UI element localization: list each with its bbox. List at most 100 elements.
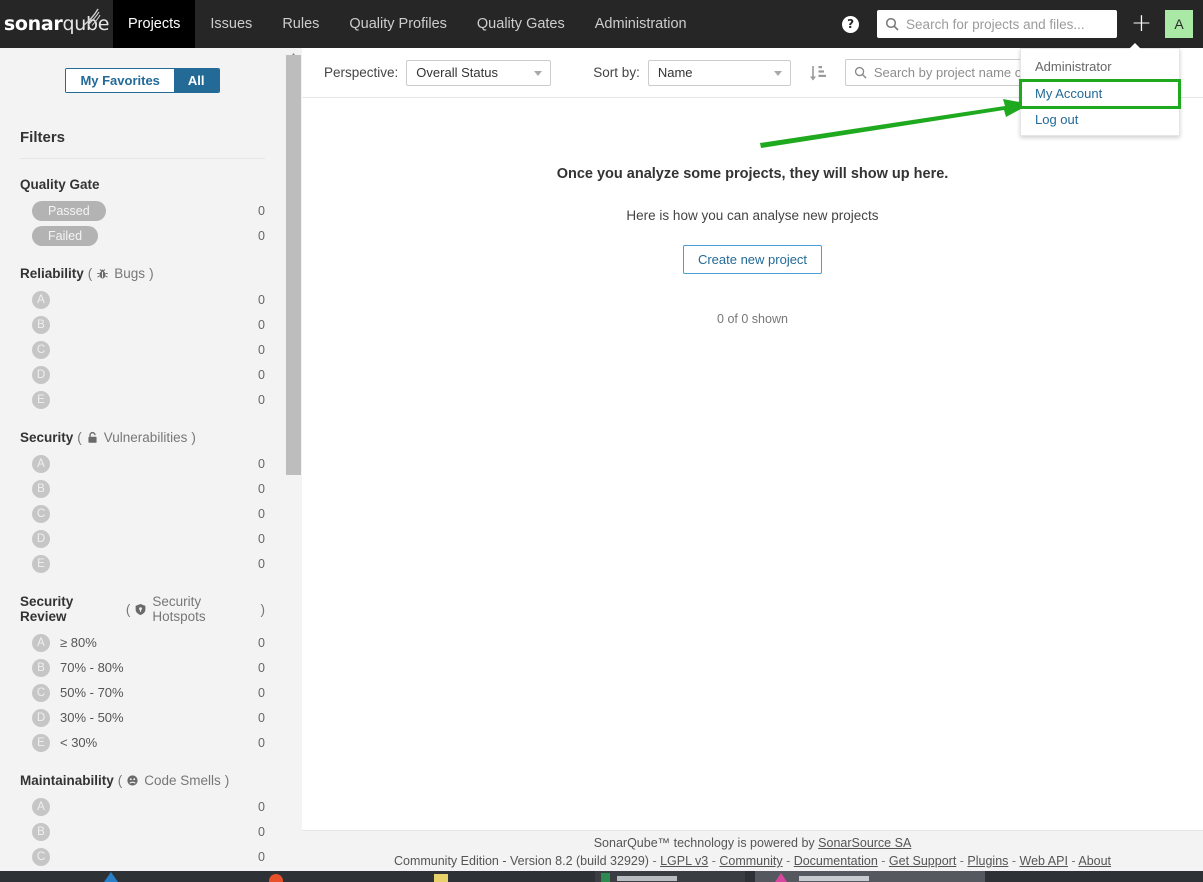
facet-count: 0 bbox=[258, 203, 265, 218]
empty-state-subtitle: Here is how you can analyse new projects bbox=[626, 208, 879, 223]
taskbar-window-button-active[interactable] bbox=[755, 871, 985, 882]
footer-link-sonarsource[interactable]: SonarSource SA bbox=[818, 836, 911, 850]
facet-row-rating-d[interactable]: D 0 bbox=[20, 526, 265, 551]
facet-row-rating-a[interactable]: A ≥ 80% 0 bbox=[20, 630, 265, 655]
facet-row-rating-c[interactable]: C 50% - 70% 0 bbox=[20, 680, 265, 705]
rating-badge: D bbox=[32, 365, 50, 384]
facet-paren-close: ) bbox=[149, 266, 154, 281]
facet-row-rating-b[interactable]: B 0 bbox=[20, 312, 265, 337]
sonarqube-logo[interactable]: sonarqube bbox=[0, 0, 113, 48]
empty-state-title: Once you analyze some projects, they wil… bbox=[556, 166, 949, 182]
footer-link-get-support[interactable]: Get Support bbox=[889, 854, 956, 868]
facet-row-rating-d[interactable]: D 30% - 50% 0 bbox=[20, 705, 265, 730]
perspective-label: Perspective: bbox=[324, 65, 399, 80]
facet-count: 0 bbox=[258, 506, 265, 521]
footer-separator: - bbox=[648, 854, 661, 868]
menu-item-log-out[interactable]: Log out bbox=[1021, 107, 1179, 133]
perspective-value: Overall Status bbox=[416, 65, 498, 80]
favorites-toggle: My Favorites All bbox=[65, 68, 220, 93]
facet-security: Security ( Vulnerabilities ) A 0 B 0 C 0… bbox=[20, 430, 265, 576]
rating-badge: D bbox=[32, 529, 50, 548]
facet-paren-close: ) bbox=[191, 430, 196, 445]
os-taskbar bbox=[0, 871, 1203, 882]
facet-row-rating-a[interactable]: A 0 bbox=[20, 287, 265, 312]
footer-link-documentation[interactable]: Documentation bbox=[794, 854, 878, 868]
rating-badge: E bbox=[32, 733, 50, 752]
facet-range-label: 30% - 50% bbox=[60, 710, 124, 725]
swoosh-icon bbox=[83, 8, 101, 26]
facet-reliability: Reliability (Bugs) A 0 B 0 C 0 D 0 E 0 bbox=[20, 266, 265, 412]
footer-link-about[interactable]: About bbox=[1078, 854, 1111, 868]
footer-link-web-api[interactable]: Web API bbox=[1020, 854, 1068, 868]
app-root: sonarqube Projects Issues Rules Quality … bbox=[0, 0, 1203, 882]
rating-badge: A bbox=[32, 797, 50, 816]
taskbar-app-icon-yellow[interactable] bbox=[430, 871, 452, 882]
facet-row-failed[interactable]: Failed 0 bbox=[20, 223, 265, 248]
global-search-box[interactable] bbox=[877, 10, 1118, 38]
footer-separator: - bbox=[1067, 854, 1079, 868]
facet-row-rating-b[interactable]: B 70% - 80% 0 bbox=[20, 655, 265, 680]
nav-link-projects[interactable]: Projects bbox=[113, 0, 196, 48]
facet-row-rating-e[interactable]: E 0 bbox=[20, 387, 265, 412]
toggle-all[interactable]: All bbox=[173, 69, 219, 92]
perspective-select[interactable]: Overall Status bbox=[406, 59, 552, 86]
facet-count: 0 bbox=[258, 367, 265, 382]
facet-row-rating-c[interactable]: C 0 bbox=[20, 844, 265, 869]
footer-link-lgpl[interactable]: LGPL v3 bbox=[660, 854, 708, 868]
facet-title: Reliability bbox=[20, 266, 84, 281]
sort-descending-icon[interactable] bbox=[805, 60, 831, 86]
nav-link-quality-gates[interactable]: Quality Gates bbox=[462, 0, 580, 48]
facet-row-passed[interactable]: Passed 0 bbox=[20, 198, 265, 223]
scrollbar-thumb[interactable] bbox=[286, 55, 301, 475]
sortby-select[interactable]: Name bbox=[647, 59, 791, 86]
facet-paren-open: ( bbox=[87, 266, 93, 281]
create-plus-button[interactable]: + bbox=[1131, 10, 1152, 38]
facet-row-rating-b[interactable]: B 0 bbox=[20, 476, 265, 501]
taskbar-window-button-green[interactable] bbox=[595, 871, 745, 882]
facet-row-rating-e[interactable]: E < 30% 0 bbox=[20, 730, 265, 755]
code-smell-icon bbox=[126, 774, 139, 787]
toggle-my-favorites[interactable]: My Favorites bbox=[66, 69, 174, 92]
facet-range-label: ≥ 80% bbox=[60, 635, 97, 650]
footer-powered-by: SonarQube™ technology is powered by Sona… bbox=[302, 836, 1203, 850]
facet-metric-label: Bugs bbox=[114, 266, 146, 281]
facet-row-rating-a[interactable]: A 0 bbox=[20, 451, 265, 476]
favorites-toggle-wrapper: My Favorites All bbox=[20, 68, 265, 93]
menu-item-my-account[interactable]: My Account bbox=[1019, 79, 1181, 109]
facet-row-rating-c[interactable]: C 0 bbox=[20, 501, 265, 526]
taskbar-app-icon-blue[interactable] bbox=[100, 871, 122, 882]
create-new-project-button[interactable]: Create new project bbox=[682, 245, 823, 274]
help-icon[interactable]: ? bbox=[842, 15, 860, 33]
facet-row-rating-e[interactable]: E 0 bbox=[20, 551, 265, 576]
facet-range-label: 50% - 70% bbox=[60, 685, 124, 700]
sidebar-scrollbar[interactable] bbox=[285, 48, 302, 882]
filters-sidebar: My Favorites All Filters Quality Gate Pa… bbox=[0, 48, 285, 882]
footer-powered-prefix: SonarQube™ technology is powered by bbox=[593, 836, 819, 850]
facet-row-rating-c[interactable]: C 0 bbox=[20, 337, 265, 362]
rating-badge: A bbox=[32, 454, 50, 473]
facet-count: 0 bbox=[258, 710, 265, 725]
sidebar-content: My Favorites All Filters Quality Gate Pa… bbox=[0, 68, 285, 869]
facet-row-rating-d[interactable]: D 0 bbox=[20, 362, 265, 387]
facet-row-rating-b[interactable]: B 0 bbox=[20, 819, 265, 844]
rating-badge: C bbox=[32, 504, 50, 523]
facet-count: 0 bbox=[258, 292, 265, 307]
taskbar-app-icon-orange[interactable] bbox=[265, 871, 287, 882]
nav-link-issues[interactable]: Issues bbox=[195, 0, 267, 48]
footer-link-plugins[interactable]: Plugins bbox=[967, 854, 1008, 868]
nav-link-rules[interactable]: Rules bbox=[267, 0, 334, 48]
facet-count: 0 bbox=[258, 342, 265, 357]
facet-security-review: Security Review ( Security Hotspots ) A bbox=[20, 594, 265, 755]
facet-metric-label: Code Smells bbox=[144, 773, 221, 788]
facet-count: 0 bbox=[258, 456, 265, 471]
facet-row-rating-a[interactable]: A 0 bbox=[20, 794, 265, 819]
rating-badge: E bbox=[32, 554, 50, 573]
facet-count: 0 bbox=[258, 635, 265, 650]
user-avatar[interactable]: A bbox=[1165, 10, 1193, 38]
global-search-input[interactable] bbox=[906, 16, 1110, 32]
nav-link-quality-profiles[interactable]: Quality Profiles bbox=[334, 0, 462, 48]
facet-header-reliability: Reliability (Bugs) bbox=[20, 266, 265, 281]
footer-link-community[interactable]: Community bbox=[719, 854, 782, 868]
shown-count-label: 0 of 0 shown bbox=[717, 312, 788, 326]
nav-link-administration[interactable]: Administration bbox=[580, 0, 702, 48]
